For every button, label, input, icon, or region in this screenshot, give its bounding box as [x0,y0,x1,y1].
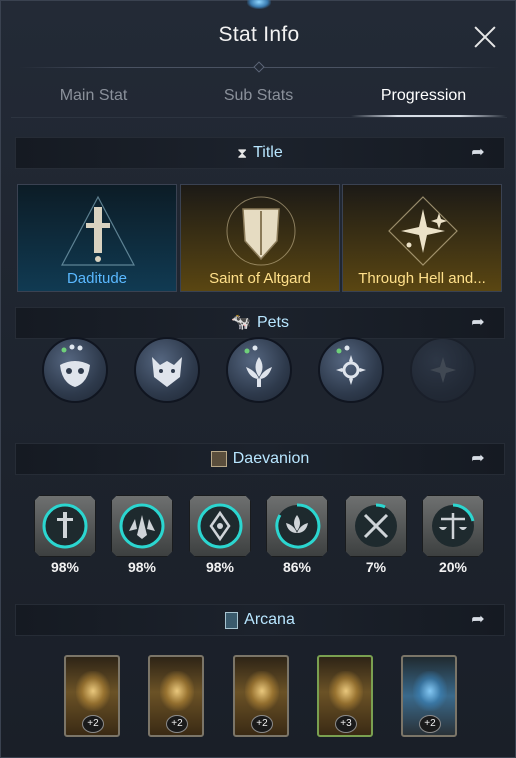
daevanion-progress: 98% [50,559,80,575]
pet-icon: 🐄 [231,314,251,331]
share-arrow-icon[interactable]: ➦ [468,314,488,332]
divider-ornament [253,61,265,73]
bell-icon [329,671,363,711]
crystal-icon [413,671,447,711]
arcana-level-badge: +2 [251,715,273,733]
lotus-pet-icon[interactable] [226,337,292,403]
scales-emblem-icon [432,503,475,547]
lotus-emblem-icon [275,503,321,549]
title-section-header: ⧗ Title ➦ [15,137,505,169]
title-card-daditude[interactable]: Daditude [17,184,177,292]
arcana-card-icon [225,611,239,629]
daevanion-board-3[interactable]: 98% [189,495,251,575]
tab-sub-stats[interactable]: Sub Stats [176,77,341,117]
title-card-label: Through Hell and... [358,270,486,287]
arcana-card-1[interactable]: +2 [64,655,120,737]
daevanion-board-4[interactable]: 86% [266,495,328,575]
arcana-level-badge: +2 [166,715,188,733]
wolf-pet-icon[interactable] [134,337,200,403]
shield-emblem-icon [226,196,296,266]
daevanion-section-header: Daevanion ➦ [15,443,505,475]
window-title: Stat Info [218,23,300,46]
arcana-card-3[interactable]: +2 [233,655,289,737]
arcana-level-badge: +2 [419,715,441,733]
daevanion-progress: 7% [365,559,387,575]
share-arrow-icon[interactable]: ➦ [468,611,488,629]
tab-main-stat[interactable]: Main Stat [11,77,176,117]
arcana-section-header: Arcana ➦ [15,604,505,636]
title-card-label: Daditude [66,270,128,287]
pets-section-label: Pets [256,314,289,331]
mask-pet-icon[interactable] [42,337,108,403]
daevanion-progress: 86% [282,559,312,575]
arcana-card-2[interactable]: +2 [148,655,204,737]
pets-section-header: 🐄 Pets ➦ [15,307,505,339]
title-card-through-hell[interactable]: Through Hell and... [342,184,502,292]
title-section-label: Title [253,144,283,161]
daevanion-board-1[interactable]: 98% [34,495,96,575]
sword-emblem-icon [42,503,88,549]
daevanion-icon [210,451,227,467]
treasure-icon [245,671,279,711]
daevanion-board-2[interactable]: 98% [111,495,173,575]
close-icon[interactable] [471,23,499,51]
daevanion-progress: 98% [205,559,235,575]
title-card-label: Saint of Altgard [209,270,311,287]
title-card-saint-of-altgard[interactable]: Saint of Altgard [180,184,340,292]
daevanion-progress: 98% [127,559,157,575]
stat-info-window: Stat Info Main Stat Sub Stats Progressio… [0,0,516,758]
hourglass-icon: ⧗ [237,145,248,161]
arcana-card-4[interactable]: +3 [317,655,373,737]
arcana-section-label: Arcana [244,611,295,628]
tab-progression[interactable]: Progression [341,77,506,117]
chalice-icon [76,671,110,711]
tab-bar: Main Stat Sub Stats Progression [11,77,507,121]
flower-pet-icon[interactable] [410,337,476,403]
arcana-card-5[interactable]: +2 [401,655,457,737]
daevanion-board-5[interactable]: 7% [345,495,407,575]
daevanion-progress: 20% [438,559,468,575]
daevanion-board-6[interactable]: 20% [422,495,484,575]
wings-emblem-icon [119,503,165,549]
arcana-level-badge: +3 [335,715,357,733]
star-diamond-emblem-icon [388,196,458,266]
share-arrow-icon[interactable]: ➦ [468,450,488,468]
sun-pet-icon[interactable] [318,337,384,403]
crossed-swords-emblem-icon [355,503,397,547]
triangle-sword-emblem-icon [61,195,135,266]
daevanion-section-label: Daevanion [232,450,310,467]
scroll-icon [160,671,194,711]
top-gem-ornament [247,0,271,9]
compass-emblem-icon [197,503,243,549]
share-arrow-icon[interactable]: ➦ [468,144,488,162]
title-bar: Stat Info [1,0,516,73]
arcana-level-badge: +2 [82,715,104,733]
tab-underline [11,117,507,118]
